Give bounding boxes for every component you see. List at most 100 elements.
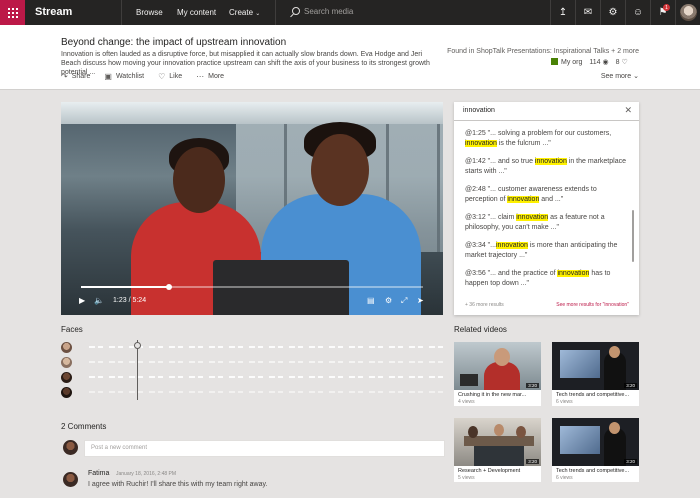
video-thumbnail: 3:20 [454, 418, 541, 466]
feedback-button[interactable]: ☺ [625, 0, 650, 25]
face-timeline-row[interactable] [61, 357, 445, 368]
face-timeline-row[interactable] [61, 387, 445, 398]
nav-divider [275, 0, 276, 25]
org-name: My org [561, 59, 583, 66]
person-left-face [173, 147, 225, 213]
smiley-icon: ☺ [632, 7, 644, 18]
upload-button[interactable]: ↥ [550, 0, 575, 25]
result-highlight: innovation [496, 242, 528, 249]
result-highlight: innovation [465, 140, 497, 147]
watchlist-button[interactable]: ▣ Watchlist [104, 72, 144, 81]
app-launcher-button[interactable] [0, 0, 25, 25]
eye-icon: ◉ [602, 59, 609, 66]
seek-bar[interactable] [81, 284, 423, 290]
app-name[interactable]: Stream [35, 6, 72, 18]
found-in-groups[interactable]: Found in ShopTalk Presentations: Inspira… [447, 48, 639, 55]
nav-create[interactable]: Create ⌄ [229, 8, 260, 17]
captions-icon: ▤ [367, 296, 375, 305]
nav-my-content[interactable]: My content [177, 8, 216, 17]
transcript-result[interactable]: @3:12 "... claim innovation as a feature… [465, 213, 630, 234]
face-thumbnail[interactable] [61, 357, 72, 368]
video-header: Beyond change: the impact of upstream in… [0, 25, 700, 90]
face-timeline-row[interactable] [61, 372, 445, 383]
scrollbar[interactable] [632, 210, 634, 262]
result-text-after: is the fulcrum ..." [496, 140, 551, 147]
face-thumbnail[interactable] [61, 372, 72, 383]
share-button[interactable]: ➤ [417, 296, 424, 305]
share-button[interactable]: ↷ Share [61, 72, 90, 81]
transcript-result[interactable]: @3:56 "... and the practice of innovatio… [465, 269, 630, 290]
comment-date: January 18, 2016, 2:48 PM [116, 471, 177, 477]
volume-icon: 🔈 [94, 296, 104, 305]
thumbnail-face [609, 346, 620, 358]
transcript-result[interactable]: @3:34 "...innovation is more than antici… [465, 241, 630, 262]
more-button[interactable]: ⋯ More [196, 72, 224, 81]
result-text-before: "... claim [485, 214, 517, 221]
mail-button[interactable]: ✉ [575, 0, 600, 25]
faces-playhead-handle[interactable] [134, 342, 141, 349]
transcript-result[interactable]: @1:25 "... solving a problem for our cus… [465, 129, 630, 150]
result-timestamp[interactable]: @3:34 [465, 242, 486, 249]
transcript-result[interactable]: @2:48 "... customer awareness extends to… [465, 185, 630, 206]
fullscreen-button[interactable]: ⤢ [401, 296, 407, 306]
top-nav-bar: Stream Browse My content Create ⌄ Search… [0, 0, 700, 25]
settings-button[interactable]: ⚙ [600, 0, 625, 25]
face-appearance-track [89, 361, 445, 363]
comment-input[interactable]: Post a new comment [84, 440, 445, 457]
result-timestamp[interactable]: @3:56 [465, 270, 486, 277]
more-results-count: + 36 more results [465, 302, 504, 308]
seek-handle[interactable] [165, 284, 172, 290]
heart-icon: ♡ [621, 59, 628, 66]
like-button[interactable]: ♡ Like [158, 72, 182, 81]
view-count: 114 ◉ [589, 58, 608, 66]
transcript-result[interactable]: @1:42 "... and so true innovation in the… [465, 157, 630, 178]
captions-button[interactable]: ▤ [367, 296, 375, 305]
search-placeholder: Search media [304, 7, 354, 16]
result-highlight: innovation [507, 196, 540, 203]
close-icon[interactable]: ✕ [624, 105, 632, 116]
upload-icon: ↥ [558, 7, 568, 18]
notifications-button[interactable]: ⚑ 1 [650, 0, 675, 25]
see-more-results-link[interactable]: See more results for "innovation" [556, 302, 629, 308]
related-video-card[interactable]: 3:20 Tech trends and competitive... 6 vi… [552, 342, 639, 406]
comment-author[interactable]: Fatima [88, 470, 109, 477]
video-frame-ceiling [61, 102, 443, 124]
related-video-views: 5 views [458, 475, 475, 481]
thumbnail-screen [560, 426, 600, 454]
see-more-button[interactable]: See more ⌄ [601, 72, 639, 80]
face-thumbnail[interactable] [61, 387, 72, 398]
seek-bar-progress [81, 286, 169, 288]
result-text-after: and ..." [539, 196, 564, 203]
notification-badge: 1 [663, 4, 670, 11]
nav-browse[interactable]: Browse [136, 8, 163, 17]
org-label[interactable]: My org [551, 58, 582, 66]
video-meta: My org 114 ◉ 8 ♡ [551, 58, 628, 66]
result-timestamp[interactable]: @1:42 [465, 158, 486, 165]
related-video-card[interactable]: 3:20 Research + Development 5 views [454, 418, 541, 482]
related-video-title: Crushing it in the new mar... [458, 392, 527, 398]
see-more-label: See more [600, 73, 632, 80]
related-video-card[interactable]: 3:20 Crushing it in the new mar... 4 vie… [454, 342, 541, 406]
face-thumbnail[interactable] [61, 342, 72, 353]
profile-button[interactable] [675, 0, 700, 25]
result-text-before: "... and so true [485, 158, 535, 165]
like-count-value: 8 [615, 59, 620, 66]
video-player[interactable]: ▶ 🔈 1:23 / 5:24 ▤ ⚙ ⤢ ➤ [61, 102, 443, 315]
related-video-views: 6 views [556, 399, 573, 405]
player-controls: ▶ 🔈 1:23 / 5:24 ▤ ⚙ ⤢ ➤ [61, 292, 443, 314]
face-timeline-row[interactable] [61, 342, 445, 353]
result-timestamp[interactable]: @2:48 [465, 186, 486, 193]
result-timestamp[interactable]: @3:12 [465, 214, 486, 221]
result-timestamp[interactable]: @1:25 [465, 130, 486, 137]
transcript-results: @1:25 "... solving a problem for our cus… [465, 129, 630, 297]
related-video-card[interactable]: 3:20 Tech trends and competitive... 6 vi… [552, 418, 639, 482]
play-button[interactable]: ▶ [79, 296, 85, 305]
video-thumbnail: 3:20 [454, 342, 541, 390]
settings-button[interactable]: ⚙ [385, 296, 392, 305]
transcript-search-input[interactable]: innovation ✕ [454, 102, 639, 121]
video-thumbnail: 3:20 [552, 418, 639, 466]
volume-button[interactable]: 🔈 [94, 296, 104, 305]
search-input[interactable]: Search media [292, 7, 353, 16]
gear-icon: ⚙ [608, 7, 618, 18]
thumbnail-laptop [460, 374, 478, 386]
